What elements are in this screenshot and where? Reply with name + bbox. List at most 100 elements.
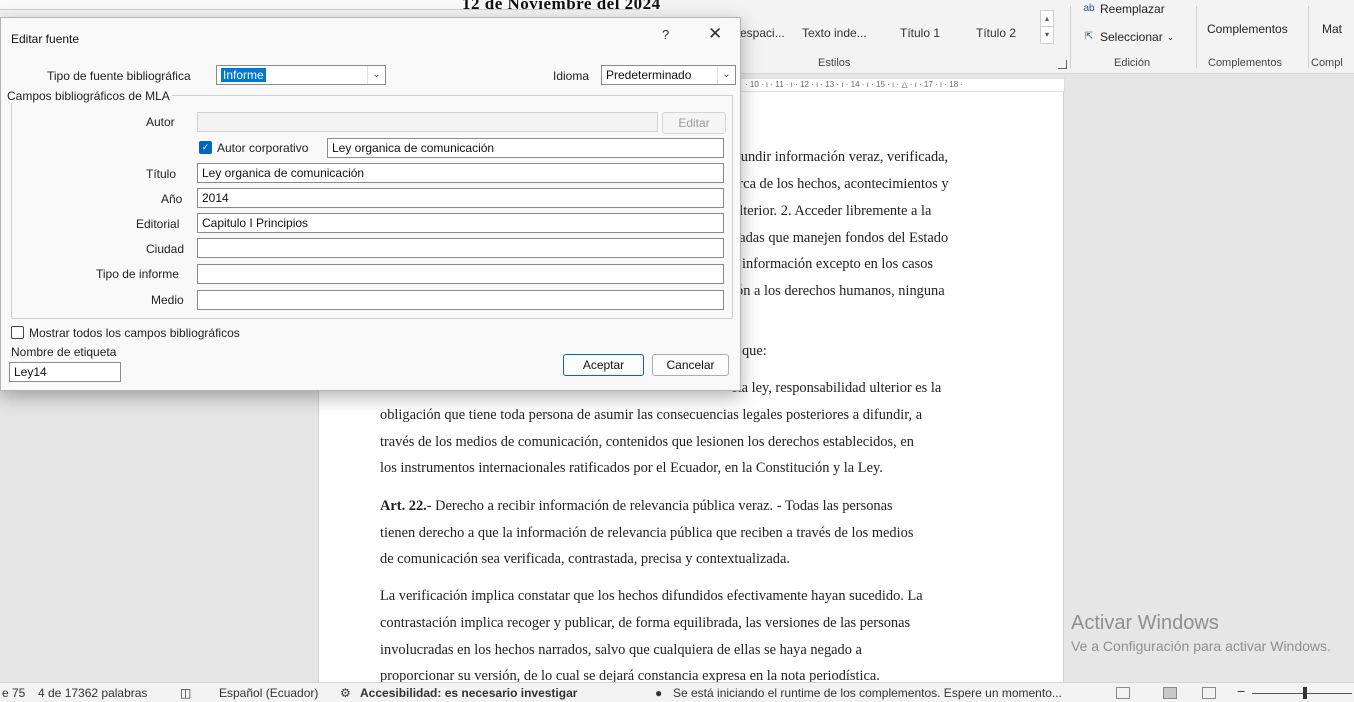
complementos-button[interactable]: Complementos [1207, 22, 1288, 36]
print-layout-icon[interactable] [1163, 687, 1177, 699]
city-field[interactable] [197, 238, 724, 258]
text-line: través de los medios de comunicación, co… [380, 434, 914, 450]
corporate-author-checkbox[interactable]: ✓ [199, 141, 212, 154]
article-text: - Derecho a recibir información de relev… [426, 498, 893, 514]
chevron-down-icon: ⌄ [717, 66, 735, 84]
watermark-title: Activar Windows [1071, 612, 1219, 634]
title-label: Título [146, 167, 177, 181]
read-mode-icon[interactable] [1116, 687, 1130, 699]
language-indicator[interactable]: Español (Ecuador) [219, 686, 318, 700]
report-type-label: Tipo de informe [96, 267, 179, 281]
corporate-author-field[interactable]: Ley organica de comunicación [327, 138, 724, 158]
year-label: Año [161, 192, 183, 206]
edit-author-button[interactable]: Editar [662, 112, 726, 134]
style-item[interactable]: Texto inde... [802, 26, 867, 40]
cancel-button[interactable]: Cancelar [652, 354, 729, 376]
language-select[interactable]: Predeterminado ⌄ [601, 65, 736, 85]
article-label: Art. 22. [380, 498, 427, 514]
text-line: tienen derecho a que la información de r… [380, 525, 914, 541]
author-field[interactable] [197, 112, 658, 132]
chevron-down-icon: ⌄ [1166, 31, 1175, 42]
gallery-up-icon[interactable]: ▴ [1041, 11, 1053, 27]
corporate-author-label: Autor corporativo [217, 141, 309, 155]
addins-icon: ● [655, 686, 663, 700]
tag-name-field[interactable]: Ley14 [9, 362, 121, 382]
group-label-compl: Compl [1311, 57, 1343, 69]
text-line: proporcionar su versión, de lo cual se d… [380, 668, 880, 682]
text-line: de comunicación sea verificada, contrast… [380, 551, 790, 567]
group-separator [1308, 6, 1309, 68]
close-button[interactable]: ✕ [708, 24, 722, 44]
status-bar: e 75 4 de 17362 palabras ◫ Español (Ecua… [0, 682, 1354, 702]
replace-button[interactable]: ab Reemplazar [1082, 2, 1165, 16]
group-label-edicion: Edición [1114, 57, 1151, 69]
replace-icon: ab [1083, 3, 1095, 14]
horizontal-ruler[interactable]: · 10 · ı · 11 · ı · 12 · ı · 13 · ı · 14… [740, 78, 1065, 92]
edit-source-dialog: Editar fuente ? ✕ Tipo de fuente bibliog… [0, 17, 741, 391]
medium-label: Medio [151, 293, 184, 307]
year-field[interactable]: 2014 [197, 188, 724, 208]
style-item[interactable]: espaci... [740, 26, 785, 40]
style-item[interactable]: Título 2 [976, 26, 1016, 40]
text-line: involucradas en los hechos narrados, sal… [380, 642, 862, 658]
activation-watermark: Activar Windows Ve a Configuración para … [1071, 612, 1331, 654]
page-indicator[interactable]: e 75 [2, 686, 25, 700]
zoom-out-icon[interactable]: − [1237, 683, 1245, 699]
accessibility-status[interactable]: Accesibilidad: es necesario investigar [360, 686, 577, 700]
zoom-slider[interactable] [1252, 693, 1352, 694]
source-type-value: Informe [221, 68, 266, 82]
gallery-more-icon[interactable]: ▾ [1041, 27, 1053, 43]
text-line: obligación que tiene toda persona de asu… [380, 407, 923, 423]
help-button[interactable]: ? [662, 27, 669, 42]
text-line: erca de los hechos, acontecimientos y [732, 176, 949, 192]
group-label: Campos bibliográficos de MLA [5, 89, 172, 103]
medium-field[interactable] [197, 290, 724, 310]
replace-label: Reemplazar [1100, 2, 1165, 16]
language-label: Idioma [553, 69, 590, 83]
cursor-icon: ⇱ [1084, 31, 1094, 42]
word-count[interactable]: 4 de 17362 palabras [38, 686, 147, 700]
web-layout-icon[interactable] [1202, 687, 1216, 699]
publisher-field[interactable]: Capitulo I Principios [197, 213, 724, 233]
article-heading-line: Art. 22.- Derecho a recibir información … [380, 498, 893, 515]
text-line: contrastación implica recoger y publicar… [380, 615, 911, 631]
text-line: ión a los derechos humanos, ninguna [732, 283, 945, 299]
show-all-fields-checkbox[interactable] [11, 326, 24, 339]
dialog-title: Editar fuente [11, 32, 80, 46]
styles-gallery-scroll[interactable]: ▴ ▾ [1040, 10, 1054, 44]
text-line: ifundir información veraz, verificada, [732, 149, 949, 165]
source-type-select[interactable]: Informe ⌄ [216, 65, 386, 85]
math-button[interactable]: Mat [1322, 22, 1342, 36]
addins-status: Se está iniciando el runtime de los comp… [673, 686, 1062, 700]
text-line: ulterior. 2. Acceder libremente a la [732, 203, 932, 219]
zoom-slider-thumb[interactable] [1303, 687, 1307, 699]
select-label: Seleccionar [1100, 30, 1163, 44]
text-line: vadas que manejen fondos del Estado [732, 230, 949, 246]
ok-button[interactable]: Aceptar [563, 354, 644, 376]
document-heading-cut: 12 de Noviembre del 2024 [462, 0, 661, 13]
accessibility-icon: ⚙ [340, 686, 351, 700]
report-type-field[interactable] [197, 264, 724, 284]
chevron-down-icon: ⌄ [367, 66, 385, 84]
source-type-label: Tipo de fuente bibliográfica [47, 69, 191, 83]
group-label-estilos: Estilos [818, 57, 851, 69]
title-field[interactable]: Ley organica de comunicación [197, 163, 724, 183]
text-line: e información excepto en los casos [732, 256, 933, 272]
group-separator [1070, 6, 1071, 68]
text-line: La verificación implica constatar que lo… [380, 588, 923, 604]
group-label-complementos: Complementos [1208, 57, 1282, 69]
styles-launcher-icon[interactable] [1058, 60, 1067, 69]
proofing-icon[interactable]: ◫ [180, 686, 191, 700]
language-value: Predeterminado [606, 68, 692, 82]
text-line: sta ley, responsabilidad ulterior es la [732, 380, 942, 396]
watermark-subtitle: Ve a Configuración para activar Windows. [1071, 638, 1331, 654]
city-label: Ciudad [146, 242, 185, 256]
author-label: Autor [146, 115, 175, 129]
text-line: los instrumentos internacionales ratific… [380, 460, 883, 476]
publisher-label: Editorial [136, 217, 180, 231]
styles-gallery[interactable]: espaci... Texto inde... Título 1 Título … [740, 20, 1040, 44]
group-separator [1196, 6, 1197, 68]
show-all-fields-label: Mostrar todos los campos bibliográficos [29, 326, 240, 340]
select-button[interactable]: ⇱ Seleccionar ⌄ [1082, 30, 1174, 44]
style-item[interactable]: Título 1 [900, 26, 940, 40]
